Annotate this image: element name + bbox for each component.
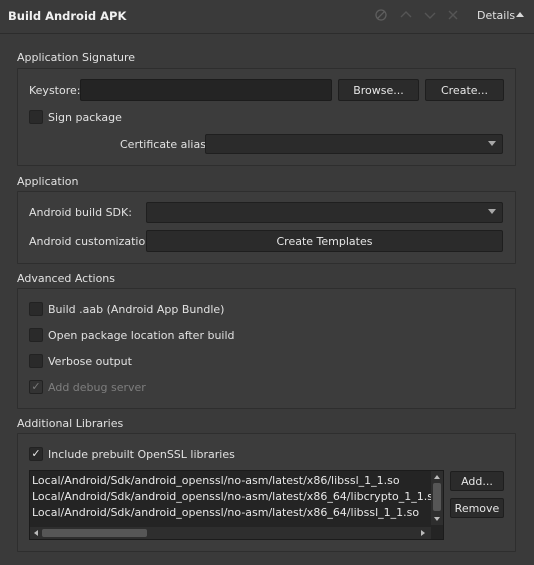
keystore-input[interactable] (80, 79, 332, 101)
close-icon[interactable] (446, 8, 460, 22)
create-keystore-button[interactable]: Create... (425, 79, 504, 101)
keystore-label: Keystore: (29, 84, 81, 97)
section-label-signature: Application Signature (17, 51, 136, 64)
sign-package-checkbox[interactable] (29, 110, 43, 124)
certificate-alias-label: Certificate alias: (120, 138, 210, 151)
add-library-button[interactable]: Add... (450, 471, 504, 491)
scroll-down-arrow-icon[interactable] (434, 517, 440, 521)
vertical-scroll-thumb[interactable] (433, 483, 441, 511)
build-sdk-select[interactable] (146, 202, 503, 223)
build-aab-label: Build .aab (Android App Bundle) (48, 303, 225, 316)
panel-title: Build Android APK (8, 9, 127, 23)
header-divider (0, 33, 534, 34)
vertical-scrollbar[interactable] (431, 471, 443, 525)
chevron-up-icon[interactable] (399, 8, 413, 22)
include-openssl-checkbox[interactable]: ✓ (29, 447, 43, 461)
section-label-application: Application (17, 175, 79, 188)
open-location-checkbox[interactable] (29, 328, 43, 342)
dropdown-arrow-icon (488, 141, 496, 146)
certificate-alias-select[interactable] (205, 134, 503, 154)
list-item[interactable]: Local/Android/Sdk/android_openssl/no-asm… (32, 490, 440, 503)
remove-library-button[interactable]: Remove (450, 498, 504, 518)
section-label-libraries: Additional Libraries (17, 417, 124, 430)
chevron-down-icon[interactable] (423, 8, 437, 22)
dropdown-arrow-icon (488, 209, 496, 214)
scroll-up-arrow-icon[interactable] (434, 475, 440, 479)
scroll-left-arrow-icon[interactable] (34, 530, 38, 536)
open-location-label: Open package location after build (48, 329, 235, 342)
caret-up-icon[interactable] (516, 12, 524, 17)
create-templates-button[interactable]: Create Templates (146, 230, 503, 252)
verbose-output-checkbox[interactable] (29, 354, 43, 368)
list-item[interactable]: Local/Android/Sdk/android_openssl/no-asm… (32, 506, 419, 519)
verbose-output-label: Verbose output (48, 355, 132, 368)
build-aab-checkbox[interactable] (29, 302, 43, 316)
scroll-right-arrow-icon[interactable] (421, 530, 425, 536)
customization-label: Android customization: (29, 235, 156, 248)
sdk-label: Android build SDK: (29, 206, 132, 219)
section-label-advanced: Advanced Actions (17, 272, 116, 285)
browse-button[interactable]: Browse... (338, 79, 419, 101)
sign-package-label: Sign package (48, 111, 122, 124)
disable-icon[interactable] (374, 8, 388, 22)
include-openssl-label: Include prebuilt OpenSSL libraries (48, 448, 235, 461)
add-debug-server-label: Add debug server (48, 381, 146, 394)
horizontal-scroll-thumb[interactable] (42, 529, 147, 537)
horizontal-scrollbar[interactable] (30, 527, 431, 539)
add-debug-server-checkbox: ✓ (29, 380, 43, 394)
list-item[interactable]: Local/Android/Sdk/android_openssl/no-asm… (32, 474, 400, 487)
libraries-list[interactable]: Local/Android/Sdk/android_openssl/no-asm… (29, 470, 444, 540)
details-toggle[interactable]: Details (477, 9, 515, 22)
